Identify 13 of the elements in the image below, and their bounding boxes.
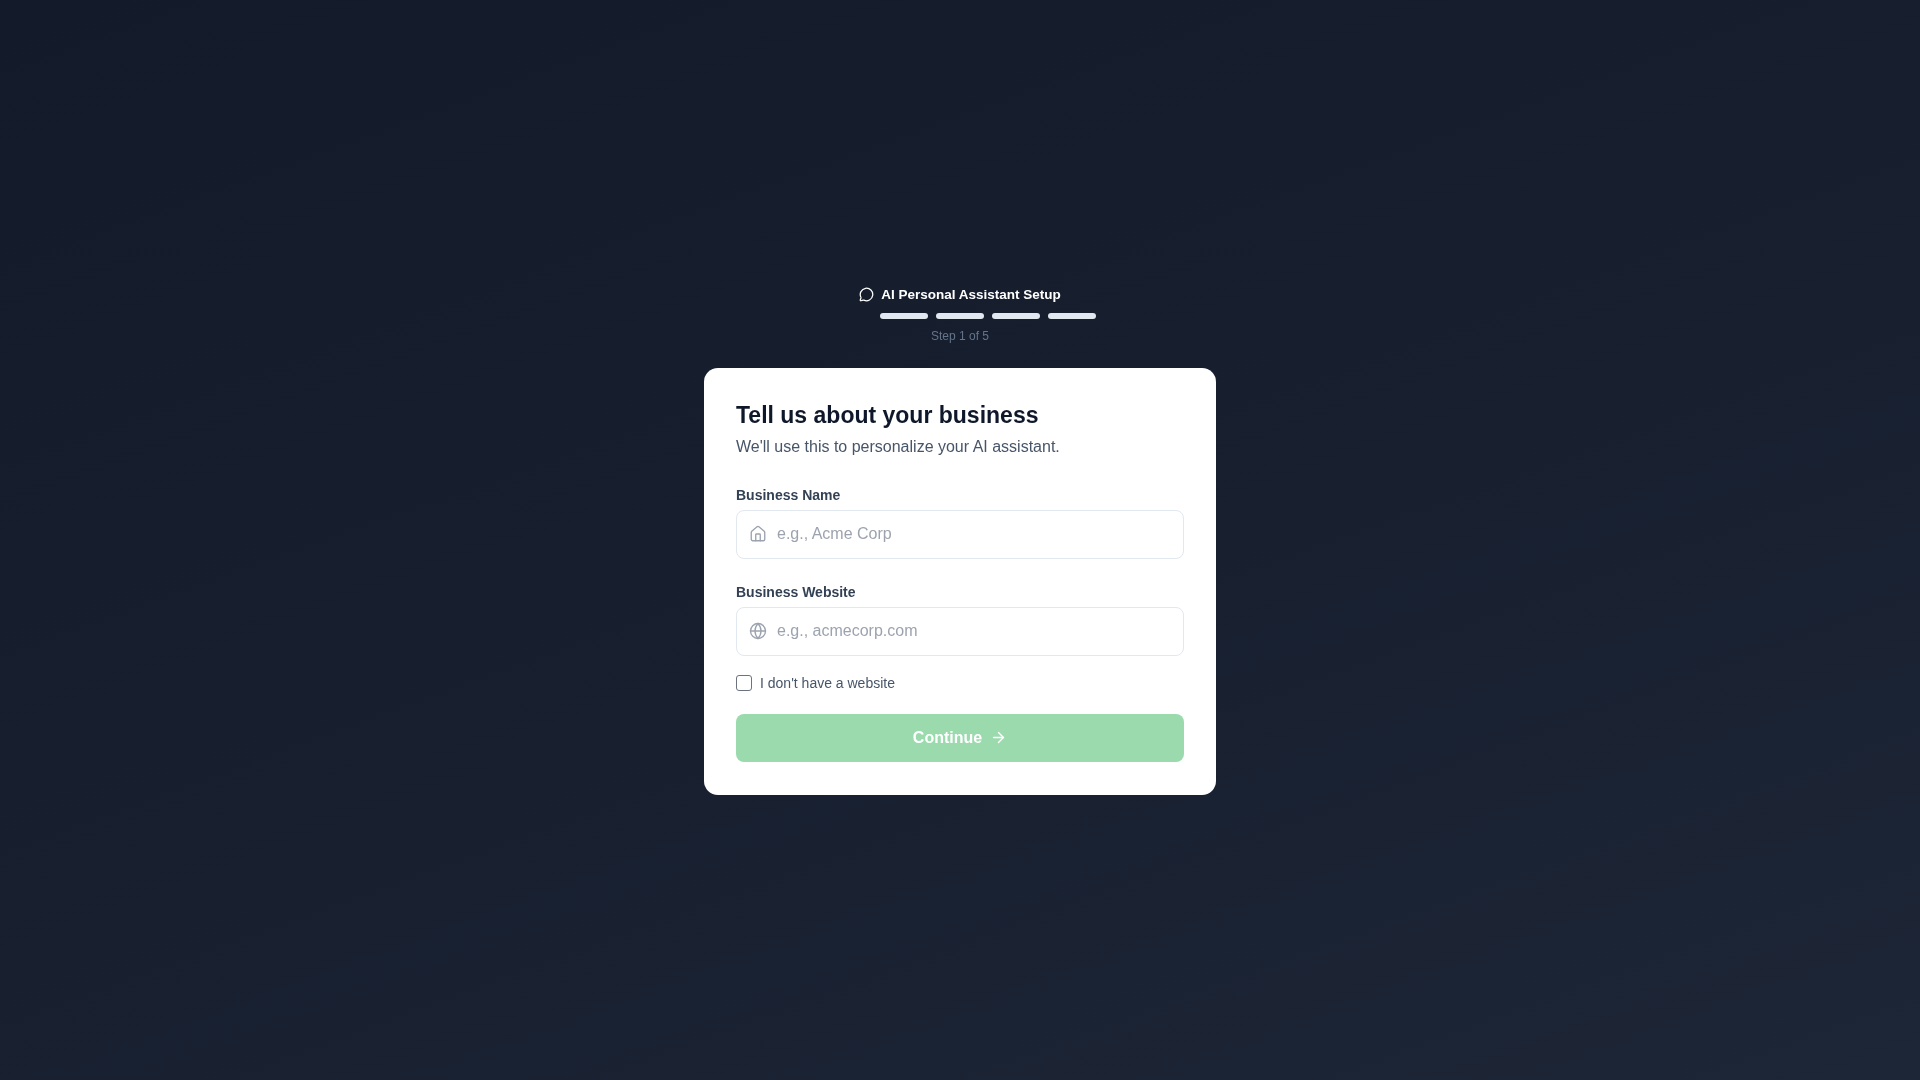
house-icon	[749, 525, 767, 543]
input-field[interactable]: e.g., acmecorp.com	[736, 606, 1184, 656]
checkbox-label: I don't have a website	[760, 673, 895, 692]
field-label: Business Website	[736, 582, 857, 601]
field-label: Business Name	[736, 485, 842, 504]
setup-title: AI Personal Assistant Setup	[881, 285, 1061, 304]
card-title: Tell us about your business	[736, 400, 1040, 430]
checkbox[interactable]	[736, 674, 752, 691]
globe-icon	[749, 622, 767, 640]
chat-bubble-icon	[859, 287, 875, 302]
step-label: Step 1 of 5	[930, 327, 989, 344]
input-field[interactable]: e.g., Acme Corp	[736, 509, 1184, 559]
card-subtitle: We'll use this to personalize your AI assistant.	[736, 436, 1061, 457]
